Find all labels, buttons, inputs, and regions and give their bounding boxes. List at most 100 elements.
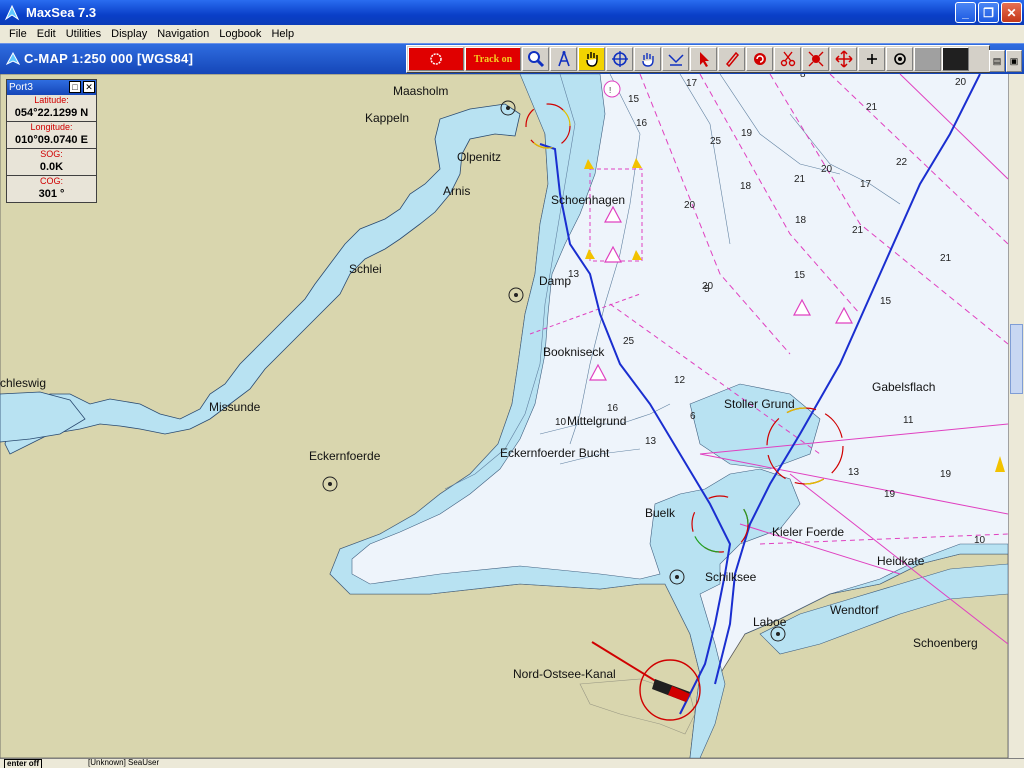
layout-button[interactable]: ▤	[989, 50, 1005, 72]
cog-field: COG: 301 °	[7, 176, 96, 203]
vertical-scrollbar[interactable]	[1008, 74, 1024, 758]
grab-icon	[641, 53, 654, 67]
longitude-label: Longitude:	[30, 122, 73, 132]
measure-button[interactable]	[662, 47, 689, 71]
port-panel-header[interactable]: Port3 □ ✕	[7, 80, 96, 95]
grab-button[interactable]	[634, 47, 661, 71]
move-button[interactable]	[830, 47, 857, 71]
label-buelk: Buelk	[645, 506, 676, 520]
svg-text:17: 17	[860, 179, 872, 190]
window-title-bar[interactable]: MaxSea 7.3 _ ❐ ✕	[0, 0, 1024, 25]
track-on-button[interactable]: Track on	[465, 47, 521, 71]
pencil-button[interactable]	[718, 47, 745, 71]
maximize-button[interactable]: ❐	[978, 2, 999, 23]
hand-pan-button[interactable]	[578, 47, 605, 71]
chart-toolbar: Track on	[406, 45, 990, 73]
svg-text:13: 13	[848, 467, 860, 478]
rotate-button[interactable]	[746, 47, 773, 71]
label-missunde: Missunde	[209, 400, 261, 414]
svg-text:18: 18	[795, 215, 807, 226]
cursor-cross-button[interactable]	[606, 47, 633, 71]
sog-label: SOG:	[40, 149, 63, 159]
measure-icon	[667, 54, 684, 66]
status-bar: enter off [Unknown] SeaUser	[0, 758, 1024, 768]
label-eckernfoerde: Eckernfoerde	[309, 449, 381, 463]
status-user: [Unknown] SeaUser	[88, 758, 160, 767]
select-button[interactable]	[690, 47, 717, 71]
svg-text:22: 22	[896, 157, 908, 168]
svg-text:19: 19	[940, 469, 952, 480]
move-icon	[834, 50, 853, 68]
label-wendtorf: Wendtorf	[830, 603, 879, 617]
label-maasholm: Maasholm	[393, 84, 448, 98]
plus-button[interactable]	[858, 47, 885, 71]
chart-canvas[interactable]: ! Maasholm Kappeln Olpenitz Arnis Schlei…	[0, 74, 1008, 758]
longitude-value: 010°09.0740 E	[15, 134, 88, 146]
target-button[interactable]	[886, 47, 913, 71]
svg-text:11: 11	[903, 415, 914, 426]
svg-text:16: 16	[636, 118, 648, 129]
menu-help[interactable]: Help	[266, 28, 299, 40]
svg-text:5: 5	[704, 284, 710, 295]
svg-text:17: 17	[686, 78, 698, 89]
record-button[interactable]	[408, 47, 464, 71]
svg-text:19: 19	[884, 489, 896, 500]
port-info-panel: Port3 □ ✕ Latitude: 054°22.1299 N Longit…	[6, 79, 97, 203]
label-heidkate: Heidkate	[877, 554, 925, 568]
dark-swatch-button[interactable]	[942, 47, 969, 71]
pencil-icon	[725, 51, 739, 68]
route-button[interactable]	[802, 47, 829, 71]
zoom-icon	[527, 51, 544, 68]
arrow-pointer-icon	[699, 52, 709, 67]
label-schoenberg: Schoenberg	[913, 636, 978, 650]
label-laboe: Laboe	[753, 615, 787, 629]
scrollbar-thumb[interactable]	[1010, 324, 1023, 394]
status-mode[interactable]: enter off	[4, 759, 42, 768]
svg-text:15: 15	[794, 270, 806, 281]
label-schilksee: Schilksee	[705, 570, 757, 584]
svg-text:20: 20	[684, 200, 696, 211]
svg-text:21: 21	[794, 174, 806, 185]
menu-display[interactable]: Display	[106, 28, 152, 40]
compass-button[interactable]	[550, 47, 577, 71]
label-schoenhagen: Schoenhagen	[551, 193, 625, 207]
svg-text:!: !	[609, 86, 611, 95]
port-panel-maximize-button[interactable]: □	[69, 81, 81, 93]
menu-bar: File Edit Utilities Display Navigation L…	[0, 25, 1024, 43]
nautical-chart[interactable]: ! Maasholm Kappeln Olpenitz Arnis Schlei…	[0, 74, 1008, 758]
svg-text:10: 10	[555, 417, 567, 428]
label-damp: Damp	[539, 274, 571, 288]
menu-utilities[interactable]: Utilities	[61, 28, 106, 40]
cmap-chart-icon	[6, 52, 20, 66]
hand-pan-icon	[585, 52, 598, 67]
port-panel-close-button[interactable]: ✕	[83, 81, 95, 93]
label-schlei: Schlei	[349, 262, 382, 276]
grey-swatch-button[interactable]	[914, 47, 941, 71]
scissors-button[interactable]	[774, 47, 801, 71]
chart-title: C-MAP 1:250 000 [WGS84]	[24, 51, 194, 66]
label-gabelsflach: Gabelsflach	[872, 380, 935, 394]
label-schleswig: chleswig	[0, 376, 46, 390]
rotate-icon	[753, 53, 766, 65]
window-tile-button[interactable]: ▣	[1006, 50, 1022, 72]
plus-icon	[866, 54, 877, 64]
panel-tools: ▤ ▣	[989, 50, 1022, 72]
svg-text:15: 15	[628, 94, 640, 105]
close-button[interactable]: ✕	[1001, 2, 1022, 23]
longitude-field: Longitude: 010°09.0740 E	[7, 122, 96, 149]
menu-edit[interactable]: Edit	[32, 28, 61, 40]
minimize-button[interactable]: _	[955, 2, 976, 23]
cursor-cross-icon	[611, 51, 628, 67]
sog-field: SOG: 0.0K	[7, 149, 96, 176]
menu-navigation[interactable]: Navigation	[152, 28, 214, 40]
label-kappeln: Kappeln	[365, 111, 409, 125]
port-panel-title: Port3	[9, 82, 33, 93]
label-mittelgrund: Mittelgrund	[567, 414, 626, 428]
label-stoller-grund: Stoller Grund	[724, 397, 795, 411]
svg-text:21: 21	[852, 225, 864, 236]
menu-file[interactable]: File	[4, 28, 32, 40]
label-kieler-foerde: Kieler Foerde	[772, 525, 844, 539]
label-nord-ostsee-kanal: Nord-Ostsee-Kanal	[513, 667, 616, 681]
zoom-button[interactable]	[522, 47, 549, 71]
menu-logbook[interactable]: Logbook	[214, 28, 266, 40]
